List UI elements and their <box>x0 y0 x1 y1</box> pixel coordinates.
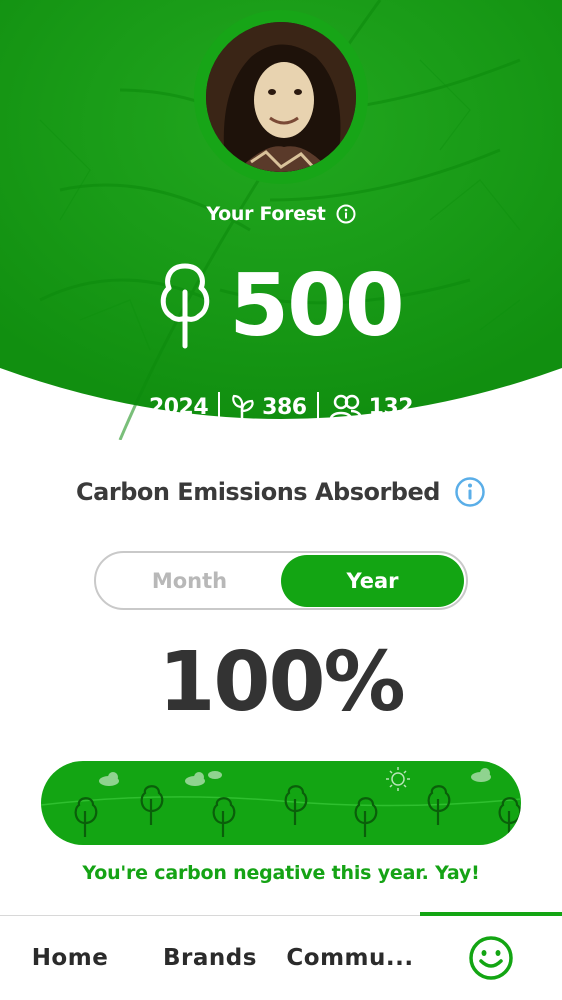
your-forest-label: Your Forest <box>206 203 326 225</box>
toggle-month[interactable]: Month <box>98 555 281 607</box>
stats-sprouts: 386 <box>230 393 307 421</box>
nav-community-label: Commu... <box>286 945 414 971</box>
your-forest-heading: Your Forest <box>0 203 562 225</box>
forest-progress-bar <box>41 761 521 845</box>
stats-sprouts-value: 386 <box>262 394 307 420</box>
bottom-navigation: Home Brands Commu... <box>0 911 562 1000</box>
people-icon <box>329 394 362 420</box>
stats-people: 132 <box>329 394 414 420</box>
stats-people-value: 132 <box>368 394 414 420</box>
carbon-status-message: You're carbon negative this year. Yay! <box>82 862 480 884</box>
tree-icon <box>74 785 521 837</box>
stats-divider <box>316 392 319 422</box>
carbon-percent: 100% <box>158 635 405 730</box>
info-icon[interactable] <box>336 204 356 224</box>
forest-stats: 2024 386 132 <box>0 392 562 422</box>
cloud-icon <box>99 768 491 786</box>
stats-year: 2024 <box>148 394 209 420</box>
period-toggle[interactable]: Month Year <box>94 551 468 610</box>
avatar-photo <box>206 22 356 172</box>
forest-illustration <box>41 767 521 837</box>
nav-community[interactable]: Commu... <box>280 916 420 1000</box>
tree-count: 500 <box>0 262 562 350</box>
carbon-title: Carbon Emissions Absorbed <box>76 478 440 506</box>
sun-icon <box>386 767 410 791</box>
nav-home[interactable]: Home <box>0 916 140 1000</box>
smiley-icon <box>469 936 513 980</box>
nav-brands[interactable]: Brands <box>140 916 280 1000</box>
user-avatar[interactable] <box>194 10 368 184</box>
nav-forest[interactable] <box>420 911 562 1000</box>
toggle-year[interactable]: Year <box>281 554 464 607</box>
tree-icon <box>160 263 210 349</box>
stats-divider <box>218 392 221 422</box>
sprout-icon <box>232 394 254 421</box>
forest-hero: Your Forest 500 2024 386 132 <box>0 0 562 440</box>
info-icon[interactable] <box>454 476 486 508</box>
carbon-section-heading: Carbon Emissions Absorbed <box>0 476 562 508</box>
tree-count-value: 500 <box>229 256 405 356</box>
